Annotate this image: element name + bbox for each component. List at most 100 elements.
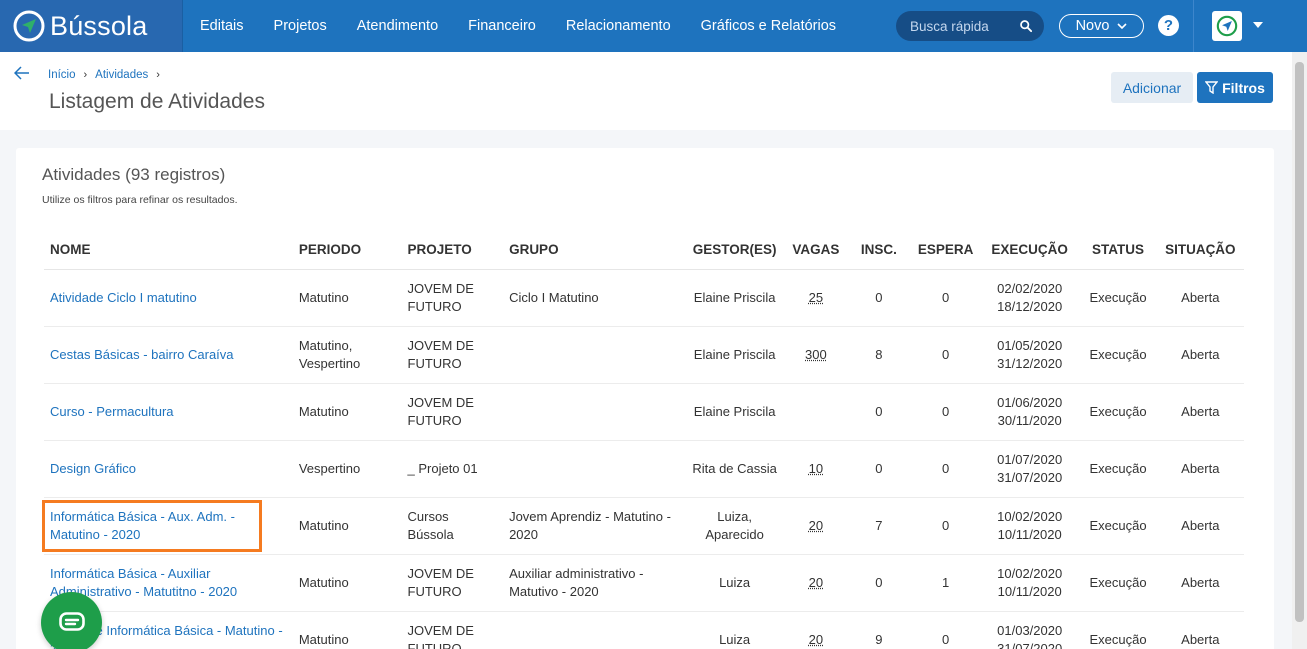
chevron-right-icon: › [156, 69, 160, 81]
table-header-row: NOME PERIODO PROJETO GRUPO GESTOR(ES) VA… [44, 230, 1244, 270]
compass-logo-icon [13, 10, 45, 42]
cell-insc: 8 [846, 326, 912, 384]
cell-vagas: 25 [785, 269, 847, 327]
back-arrow-icon[interactable] [14, 66, 30, 80]
cell-projeto: JOVEM DE FUTURO [401, 611, 504, 649]
cell-insc: 0 [846, 269, 912, 327]
cell-periodo: Matutino [292, 269, 402, 327]
vagas-value[interactable]: 25 [809, 290, 823, 305]
cell-nome: Atividade Ciclo I matutino [44, 269, 293, 327]
vagas-value[interactable]: 10 [809, 461, 823, 476]
vagas-value[interactable]: 20 [809, 518, 823, 533]
avatar[interactable] [1212, 11, 1242, 41]
cell-espera: 0 [911, 383, 980, 441]
table-row[interactable]: Cestas Básicas - bairro Caraíva Matutino,… [44, 326, 1244, 384]
col-espera[interactable]: ESPERA [911, 230, 980, 270]
nav-divider [1193, 0, 1194, 52]
breadcrumb-atividades[interactable]: Atividades [95, 69, 148, 81]
col-status[interactable]: STATUS [1079, 230, 1157, 270]
col-insc[interactable]: INSC. [846, 230, 912, 270]
execucao-fim: 30/11/2020 [997, 412, 1062, 428]
cell-exec: 01/07/2020 31/07/2020 [979, 440, 1080, 498]
caret-down-icon[interactable] [1252, 21, 1264, 29]
cell-gestor: Elaine Priscila [683, 326, 786, 384]
activity-link[interactable]: Curso - Permacultura [50, 404, 174, 419]
vagas-value[interactable]: 20 [809, 632, 823, 647]
filters-button[interactable]: Filtros [1197, 72, 1273, 103]
help-icon[interactable]: ? [1158, 15, 1179, 36]
nav-atendimento[interactable]: Atendimento [357, 18, 438, 34]
col-periodo[interactable]: PERIODO [292, 230, 402, 270]
execucao-fim: 31/12/2020 [997, 355, 1063, 371]
novo-button[interactable]: Novo [1059, 14, 1144, 38]
page-header: Início › Atividades › Listagem de Ativid… [0, 52, 1307, 130]
cell-exec: 02/02/2020 18/12/2020 [979, 269, 1080, 327]
execucao-fim: 10/11/2020 [997, 526, 1062, 542]
nav-editais[interactable]: Editais [200, 18, 244, 34]
nav-relacionamento[interactable]: Relacionamento [566, 18, 671, 34]
table-row[interactable]: Atividade Ciclo I matutino Matutino JOVEM … [44, 269, 1244, 327]
cell-exec: 10/02/2020 10/11/2020 [979, 554, 1080, 612]
cell-espera: 0 [911, 611, 980, 649]
nav-projetos[interactable]: Projetos [274, 18, 327, 34]
col-nome[interactable]: NOME [44, 230, 293, 270]
nav-graficos-relatorios[interactable]: Gráficos e Relatórios [701, 18, 836, 34]
activities-table: NOME PERIODO PROJETO GRUPO GESTOR(ES) VA… [44, 230, 1244, 649]
table-row[interactable]: Design Gráfico Vespertino _ Projeto 01 Rita… [44, 440, 1244, 498]
nav-financeiro[interactable]: Financeiro [468, 18, 536, 34]
search-icon[interactable] [1020, 19, 1032, 33]
cell-gestor: Elaine Priscila [683, 383, 786, 441]
cell-vagas: 10 [785, 440, 847, 498]
execucao-inicio: 01/05/2020 [997, 337, 1063, 353]
cell-insc: 7 [846, 497, 912, 555]
cell-periodo: Matutino [292, 383, 402, 441]
cell-gestor: Rita de Cassia [683, 440, 786, 498]
cell-status: Execução [1079, 440, 1157, 498]
breadcrumb-inicio[interactable]: Início [48, 69, 76, 81]
cell-espera: 0 [911, 440, 980, 498]
cell-situacao: Aberta [1156, 383, 1244, 441]
cell-grupo [503, 611, 684, 649]
cell-gestor: Luiza, Aparecido [683, 497, 786, 555]
col-grupo[interactable]: GRUPO [503, 230, 684, 270]
cell-status: Execução [1079, 383, 1157, 441]
execucao-inicio: 02/02/2020 [997, 280, 1063, 296]
cell-vagas [785, 383, 847, 441]
chevron-right-icon: › [83, 69, 88, 81]
cell-insc: 9 [846, 611, 912, 649]
cell-espera: 1 [911, 554, 980, 612]
search-input[interactable] [910, 18, 1020, 34]
cell-situacao: Aberta [1156, 269, 1244, 327]
add-button[interactable]: Adicionar [1111, 72, 1193, 103]
execucao-fim: 31/07/2020 [997, 469, 1063, 485]
col-vagas[interactable]: VAGAS [785, 230, 847, 270]
table-row[interactable]: Curso de Informática Básica - Matutino -… [44, 611, 1244, 649]
col-projeto[interactable]: PROJETO [401, 230, 504, 270]
cell-nome: Design Gráfico [44, 440, 293, 498]
vagas-value[interactable]: 20 [809, 575, 823, 590]
cell-insc: 0 [846, 383, 912, 441]
cell-grupo [503, 440, 684, 498]
brand-name: Bússola [50, 10, 148, 41]
cell-exec: 01/03/2020 31/07/2020 [979, 611, 1080, 649]
activity-link[interactable]: Design Gráfico [50, 461, 136, 476]
compass-logo-icon [1216, 15, 1238, 37]
cell-situacao: Aberta [1156, 611, 1244, 649]
chat-button[interactable] [41, 592, 102, 649]
brand[interactable]: Bússola [0, 0, 183, 52]
vagas-value[interactable]: 300 [805, 347, 827, 362]
activity-link[interactable]: Cestas Básicas - bairro Caraíva [50, 347, 234, 362]
table-row[interactable]: Curso - Permacultura Matutino JOVEM DE FUT… [44, 383, 1244, 441]
execucao-inicio: 01/03/2020 [997, 622, 1063, 638]
execucao-inicio: 10/02/2020 [997, 508, 1063, 524]
table-row[interactable]: Informática Básica - Auxiliar Administra… [44, 554, 1244, 612]
col-execucao[interactable]: EXECUÇÃO [979, 230, 1080, 270]
activity-link[interactable]: Atividade Ciclo I matutino [50, 290, 197, 305]
cell-exec: 10/02/2020 10/11/2020 [979, 497, 1080, 555]
cell-projeto: Cursos Bússola [401, 497, 504, 555]
col-gestores[interactable]: GESTOR(ES) [683, 230, 786, 270]
scrollbar-thumb[interactable] [1295, 62, 1304, 622]
col-situacao[interactable]: SITUAÇÃO [1156, 230, 1244, 270]
cell-status: Execução [1079, 554, 1157, 612]
cell-vagas: 300 [785, 326, 847, 384]
